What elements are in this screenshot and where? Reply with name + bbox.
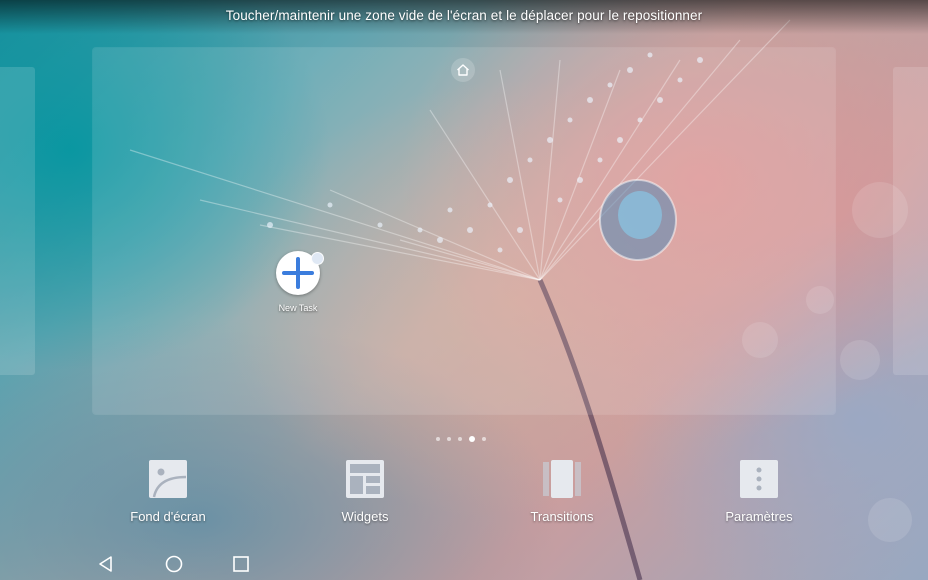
- back-button[interactable]: [96, 554, 116, 574]
- page-dot[interactable]: [482, 437, 486, 441]
- back-icon: [99, 556, 112, 572]
- wallpaper-label: Fond d'écran: [130, 509, 206, 524]
- settings-icon: [739, 459, 779, 499]
- previous-page-preview[interactable]: [0, 67, 35, 375]
- page-indicator[interactable]: [436, 434, 486, 444]
- recents-icon: [233, 556, 249, 572]
- transitions-label: Transitions: [530, 509, 594, 524]
- set-home-page-button[interactable]: [451, 58, 475, 82]
- widgets-button[interactable]: Widgets: [295, 459, 435, 524]
- page-dot[interactable]: [458, 437, 462, 441]
- house-icon: [457, 64, 469, 76]
- page-dot[interactable]: [436, 437, 440, 441]
- app-label: New Task: [278, 303, 318, 313]
- home-button[interactable]: [164, 554, 184, 574]
- notification-badge: [311, 252, 324, 265]
- top-hint-bar: Toucher/maintenir une zone vide de l'écr…: [0, 0, 928, 34]
- settings-label: Paramètres: [725, 509, 793, 524]
- home-circle-icon: [165, 555, 183, 573]
- settings-button[interactable]: Paramètres: [689, 459, 829, 524]
- wallpaper-icon: [148, 459, 188, 499]
- recents-button[interactable]: [231, 554, 251, 574]
- next-page-preview[interactable]: [893, 67, 928, 375]
- page-dot-active[interactable]: [469, 436, 475, 442]
- navigation-bar: [0, 548, 928, 580]
- wallpaper-button[interactable]: Fond d'écran: [98, 459, 238, 524]
- reposition-hint-text: Toucher/maintenir une zone vide de l'écr…: [225, 8, 703, 23]
- widgets-label: Widgets: [341, 509, 389, 524]
- current-page-preview[interactable]: [93, 48, 835, 414]
- page-dot[interactable]: [447, 437, 451, 441]
- transitions-button[interactable]: Transitions: [492, 459, 632, 524]
- transitions-icon: [542, 459, 582, 499]
- widgets-icon: [345, 459, 385, 499]
